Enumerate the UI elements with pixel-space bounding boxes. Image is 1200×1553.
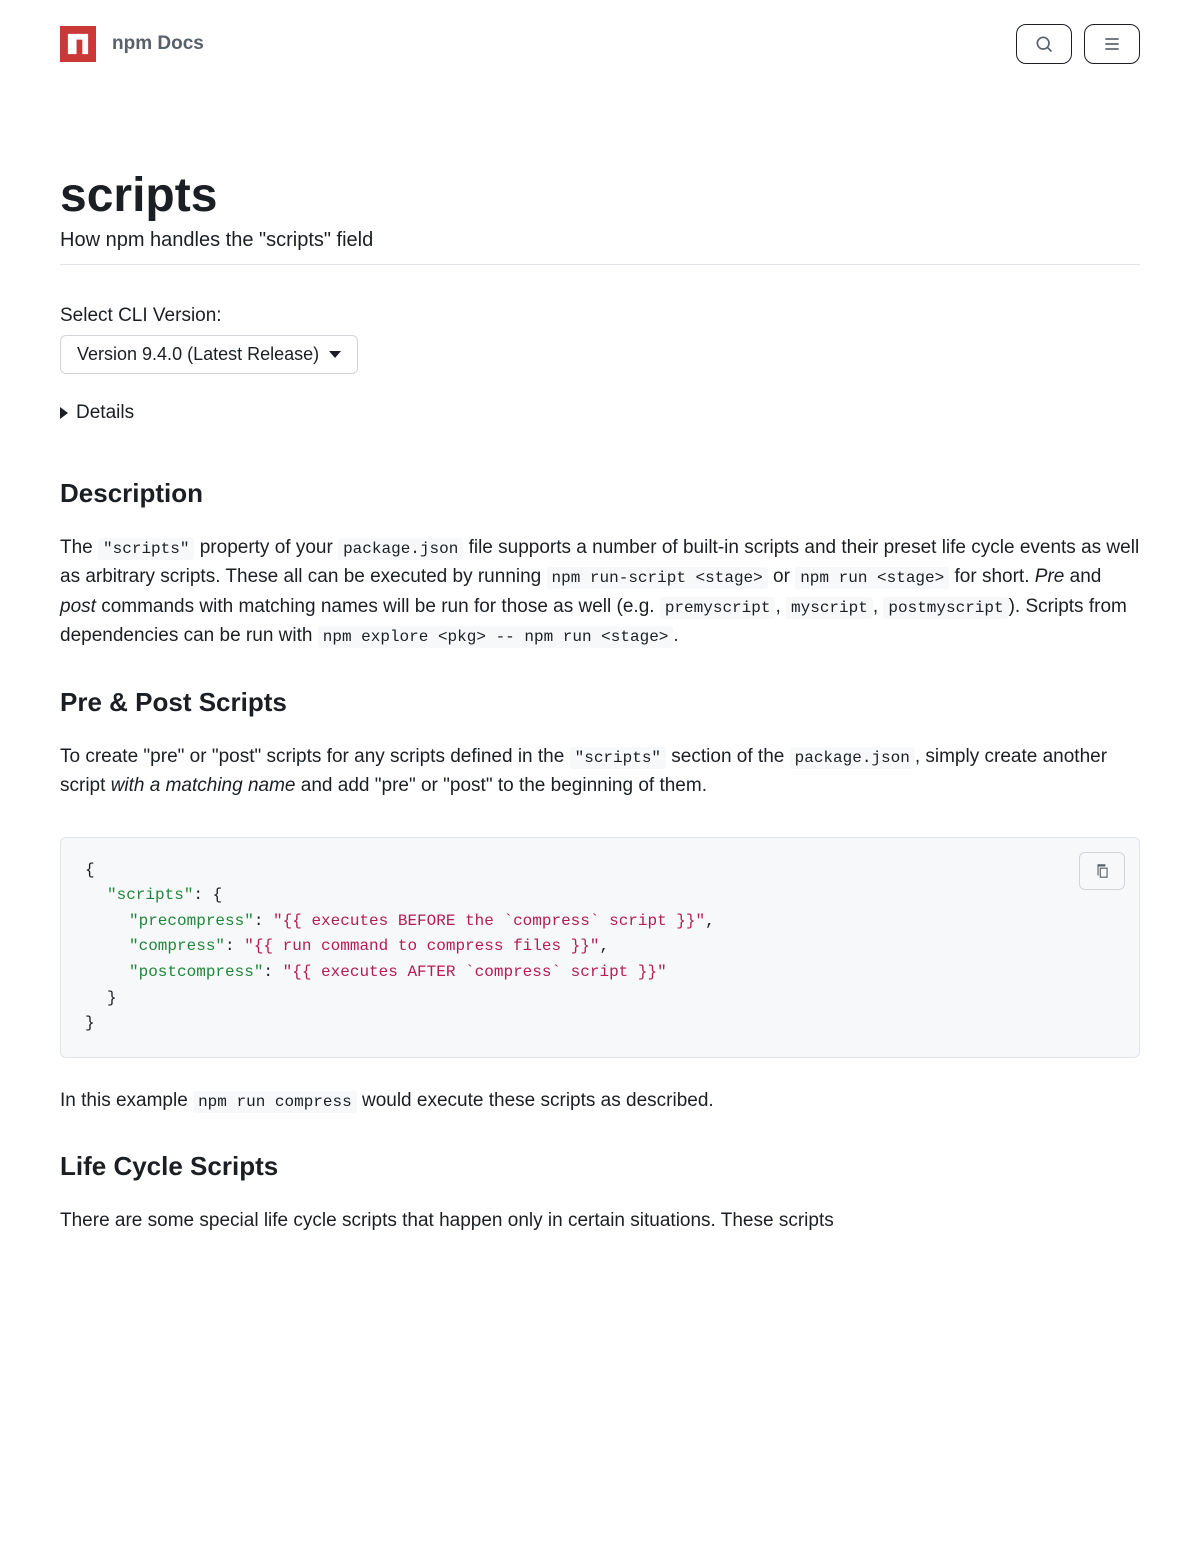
lifecycle-paragraph: There are some special life cycle script…	[60, 1206, 1140, 1235]
inline-code: "scripts"	[98, 538, 194, 560]
heading-prepost: Pre & Post Scripts	[60, 687, 1140, 718]
code-line: "scripts": {	[85, 883, 1115, 909]
inline-code: npm explore <pkg> -- npm run <stage>	[318, 626, 674, 648]
details-toggle[interactable]: Details	[60, 402, 1140, 424]
inline-code: npm run-script <stage>	[547, 567, 768, 589]
inline-code: package.json	[338, 538, 463, 560]
chevron-down-icon	[329, 351, 341, 358]
inline-code: npm run <stage>	[795, 567, 949, 589]
heading-description: Description	[60, 478, 1140, 509]
inline-code: myscript	[786, 597, 873, 619]
inline-code: package.json	[790, 747, 915, 769]
hamburger-icon	[1102, 34, 1122, 54]
npm-icon	[65, 31, 91, 57]
content: scripts How npm handles the "scripts" fi…	[60, 88, 1140, 1236]
version-selected-text: Version 9.4.0 (Latest Release)	[77, 344, 319, 365]
inline-code: "scripts"	[570, 747, 666, 769]
docs-link[interactable]: npm Docs	[112, 33, 204, 55]
inline-code: premyscript	[660, 597, 776, 619]
search-icon	[1034, 34, 1054, 54]
details-label: Details	[76, 402, 134, 424]
code-line: "postcompress": "{{ executes AFTER `comp…	[85, 960, 1115, 986]
header-right	[1016, 24, 1140, 64]
code-line: }	[85, 986, 1115, 1012]
menu-button[interactable]	[1084, 24, 1140, 64]
prepost-paragraph: To create "pre" or "post" scripts for an…	[60, 742, 1140, 801]
copy-button[interactable]	[1079, 852, 1125, 890]
inline-code: npm run compress	[193, 1091, 357, 1113]
code-line: "compress": "{{ run command to compress …	[85, 934, 1115, 960]
copy-icon	[1093, 862, 1111, 880]
code-line: {	[85, 858, 1115, 884]
page-subtitle: How npm handles the "scripts" field	[60, 229, 1140, 265]
header-left: npm Docs	[60, 26, 204, 62]
version-select[interactable]: Version 9.4.0 (Latest Release)	[60, 335, 358, 374]
code-line: "precompress": "{{ executes BEFORE the `…	[85, 909, 1115, 935]
npm-logo[interactable]	[60, 26, 96, 62]
heading-lifecycle: Life Cycle Scripts	[60, 1151, 1140, 1182]
search-button[interactable]	[1016, 24, 1072, 64]
inline-code: postmyscript	[883, 597, 1008, 619]
description-paragraph: The "scripts" property of your package.j…	[60, 533, 1140, 651]
caret-right-icon	[60, 407, 68, 419]
prepost-example-paragraph: In this example npm run compress would e…	[60, 1086, 1140, 1115]
code-line: }	[85, 1011, 1115, 1037]
code-block: { "scripts": { "precompress": "{{ execut…	[60, 837, 1140, 1058]
header: npm Docs	[60, 0, 1140, 88]
version-label: Select CLI Version:	[60, 305, 1140, 327]
page-title: scripts	[60, 168, 1140, 223]
